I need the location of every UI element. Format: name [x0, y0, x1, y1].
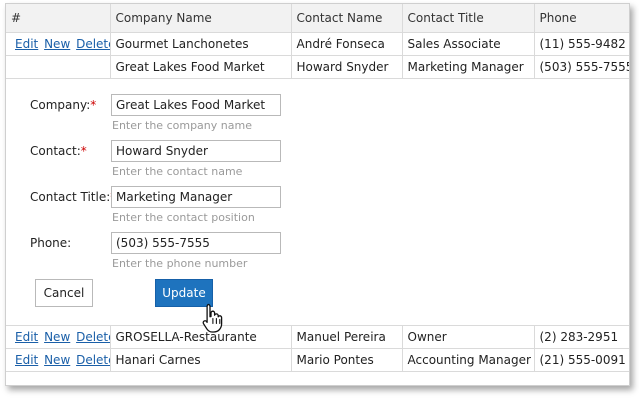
title-cell: Sales Associate [402, 32, 535, 56]
edit-link[interactable]: Edit [15, 330, 38, 344]
command-cell [6, 55, 111, 79]
company-input[interactable]: Great Lakes Food Market [111, 93, 281, 116]
table-row[interactable]: Edit New Delete GROSELLA-Restaurante Man… [6, 325, 629, 349]
delete-link[interactable]: Delete [76, 330, 109, 344]
company-cell: Hanari Carnes [110, 348, 292, 372]
column-header-phone[interactable]: Phone [534, 4, 629, 33]
new-link[interactable]: New [44, 353, 70, 367]
phone-hint: Enter the phone number [112, 256, 248, 270]
contact-cell: Mario Pontes [291, 348, 403, 372]
customers-grid: # Company Name Contact Name Contact Titl… [6, 4, 629, 372]
company-hint: Enter the company name [112, 118, 252, 132]
phone-input[interactable]: (503) 555-7555 [111, 231, 281, 254]
command-cell: Edit New Delete [6, 32, 111, 56]
required-mark: * [90, 97, 97, 112]
table-row-editing[interactable]: Great Lakes Food Market Howard Snyder Ma… [6, 55, 629, 79]
contact-hint: Enter the contact name [112, 164, 243, 178]
column-header-title[interactable]: Contact Title [402, 4, 535, 33]
title-cell: Marketing Manager [402, 55, 535, 79]
contact-title-label: Contact Title:* [30, 190, 116, 204]
hand-pointer-icon [202, 303, 223, 333]
delete-link[interactable]: Delete [76, 37, 109, 51]
phone-cell: (11) 555-9482 [534, 32, 629, 56]
required-mark: * [80, 143, 87, 158]
phone-label: Phone: [30, 235, 72, 250]
phone-cell: (503) 555-7555 [534, 55, 629, 79]
edit-form-cell: Company:* Great Lakes Food Market Enter … [6, 78, 629, 326]
column-header-contact[interactable]: Contact Name [291, 4, 403, 33]
phone-cell: (21) 555-0091 [534, 348, 629, 372]
contact-input[interactable]: Howard Snyder [111, 139, 281, 162]
contact-title-hint: Enter the contact position [112, 210, 255, 224]
command-cell: Edit New Delete [6, 348, 111, 372]
company-cell: Gourmet Lanchonetes [110, 32, 292, 56]
cancel-button[interactable]: Cancel [35, 279, 93, 307]
title-cell: Accounting Manager [402, 348, 535, 372]
title-cell: Owner [402, 325, 535, 349]
delete-link[interactable]: Delete [76, 353, 109, 367]
table-row[interactable]: Edit New Delete Hanari Carnes Mario Pont… [6, 348, 629, 372]
contact-cell: André Fonseca [291, 32, 403, 56]
contact-label: Contact:* [30, 143, 87, 158]
header-row: # Company Name Contact Name Contact Titl… [6, 4, 629, 33]
edit-form: Company:* Great Lakes Food Market Enter … [6, 79, 629, 325]
edit-link[interactable]: Edit [15, 37, 38, 51]
new-link[interactable]: New [44, 330, 70, 344]
column-header-company[interactable]: Company Name [110, 4, 292, 33]
edit-form-row: Company:* Great Lakes Food Market Enter … [6, 78, 629, 326]
contact-title-input[interactable]: Marketing Manager [111, 185, 281, 208]
company-cell: Great Lakes Food Market [110, 55, 292, 79]
contact-cell: Howard Snyder [291, 55, 403, 79]
edit-link[interactable]: Edit [15, 353, 38, 367]
column-header-command[interactable]: # [6, 4, 111, 33]
command-cell: Edit New Delete [6, 325, 111, 349]
contact-cell: Manuel Pereira [291, 325, 403, 349]
grid-window: # Company Name Contact Name Contact Titl… [5, 3, 630, 386]
new-link[interactable]: New [44, 37, 70, 51]
company-label: Company:* [30, 97, 97, 112]
table-row[interactable]: Edit New Delete Gourmet Lanchonetes Andr… [6, 32, 629, 56]
phone-cell: (2) 283-2951 [534, 325, 629, 349]
